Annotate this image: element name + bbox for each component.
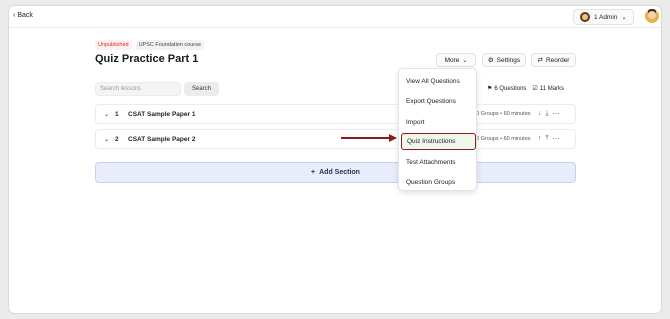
menu-item-view-all-questions[interactable]: View All Questions bbox=[401, 73, 476, 90]
menu-item-question-groups[interactable]: Question Groups bbox=[401, 174, 476, 191]
arrow-head bbox=[389, 134, 397, 142]
menu-item-export-questions[interactable]: Export Questions bbox=[401, 93, 476, 110]
menu-item-quiz-instructions[interactable]: Quiz Instructions bbox=[401, 133, 476, 150]
menu-item-import[interactable]: Import bbox=[401, 114, 476, 131]
app-window: ‹ Back 1 Admin ⌄ Unpublished UPSC Founda… bbox=[8, 5, 662, 314]
menu-item-test-attachments[interactable]: Test Attachments bbox=[401, 154, 476, 171]
annotation-arrow bbox=[341, 134, 397, 142]
more-dropdown-menu: View All Questions Export Questions Impo… bbox=[398, 68, 477, 191]
